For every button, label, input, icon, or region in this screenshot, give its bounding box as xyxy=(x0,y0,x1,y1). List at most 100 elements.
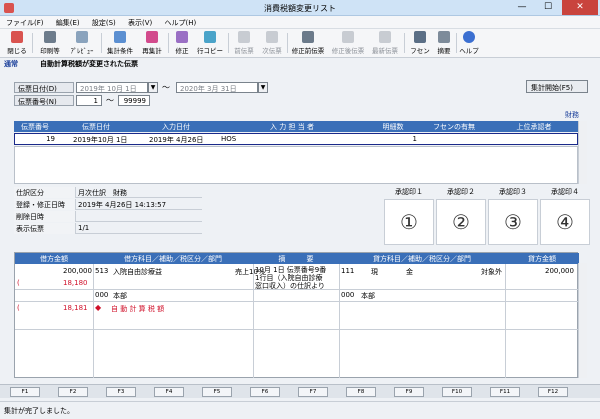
col-credit-amount: 貸方金額 xyxy=(528,255,556,263)
stamp-box-3[interactable]: ③ xyxy=(488,199,538,245)
debit-code[interactable]: 513 xyxy=(95,267,108,275)
close-button[interactable]: 閉じる xyxy=(4,31,30,56)
magnifier-icon xyxy=(76,31,88,43)
stamp-label-2: 承認印２ xyxy=(447,188,475,196)
fkey-f3[interactable]: F3 xyxy=(106,387,136,397)
fusen-button[interactable]: フセン xyxy=(408,31,432,56)
condition-icon xyxy=(114,31,126,43)
summary-line-3[interactable]: 窓口収入）の仕訳より xyxy=(255,281,325,291)
fkey-f7[interactable]: F7 xyxy=(298,387,328,397)
info-key: 削除日時 xyxy=(14,211,76,222)
fkey-f11[interactable]: F11 xyxy=(490,387,520,397)
date-label: 伝票日付(D) xyxy=(14,82,74,93)
fkey-f8[interactable]: F8 xyxy=(346,387,376,397)
stamp-box-4[interactable]: ④ xyxy=(540,199,590,245)
date-to-field[interactable]: 2020年 3月 31日 xyxy=(176,82,258,93)
info-row: 仕訳区分 月次仕訳 財務 xyxy=(14,187,202,198)
fkey-f9[interactable]: F9 xyxy=(394,387,424,397)
status-bar: 集計が完了しました。 xyxy=(0,401,600,419)
latest-slip-button[interactable]: 最新伝票 xyxy=(369,31,401,56)
stamp-label-4: 承認印４ xyxy=(551,188,579,196)
slip-icon xyxy=(342,31,354,43)
credit-account[interactable]: 現 金 xyxy=(371,267,413,277)
up-arrow-icon xyxy=(238,31,250,43)
prev-slip-button[interactable]: 前伝票 xyxy=(231,31,257,56)
col-line-count: 明細数 xyxy=(382,123,404,131)
stamp-box-1[interactable]: ① xyxy=(384,199,434,245)
reaggregate-button[interactable]: 再集計 xyxy=(138,31,166,56)
row-copy-button[interactable]: 行コピー xyxy=(195,31,225,56)
slip-icon xyxy=(379,31,391,43)
copy-icon xyxy=(204,31,216,43)
title-bar: 消費税額変更リスト — ☐ ✕ xyxy=(0,0,600,16)
col-slip-number: 伝票番号 xyxy=(21,123,49,131)
credit-amount[interactable]: 200,000 xyxy=(545,267,574,275)
number-tilde: 〜 xyxy=(106,96,114,105)
edit-icon xyxy=(176,31,188,43)
fkey-f5[interactable]: F5 xyxy=(202,387,232,397)
preview-button[interactable]: ｱﾟﾚﾋﾞｭｰ xyxy=(66,31,98,56)
debit-amount[interactable]: 200,000 xyxy=(63,267,92,275)
menu-help[interactable]: ヘルプ(H) xyxy=(161,16,201,30)
minimize-button[interactable]: — xyxy=(510,0,534,15)
fkey-f12[interactable]: F12 xyxy=(538,387,568,397)
fkey-f6[interactable]: F6 xyxy=(250,387,280,397)
info-key: 登録・修正日時 xyxy=(14,199,76,210)
credit-dept-code: 000 xyxy=(341,291,355,299)
col-debit-account: 借方科目／補助／税区分／部門 xyxy=(124,255,222,263)
slip-icon xyxy=(302,31,314,43)
mode-label: 通常 xyxy=(4,60,18,68)
credit-tax-class[interactable]: 対象外 xyxy=(481,267,502,277)
help-icon xyxy=(463,31,475,43)
date-tilde: 〜 xyxy=(162,83,170,92)
page-title: 自動計算税額が変更された伝票 xyxy=(40,60,138,68)
help-button[interactable]: ヘルプ xyxy=(458,31,480,56)
credit-code[interactable]: 111 xyxy=(341,267,354,275)
cell-input-user: HOS xyxy=(221,135,237,143)
detail-grid-scrollbar[interactable] xyxy=(578,263,587,378)
date-from-dropdown[interactable]: ▼ xyxy=(148,82,158,93)
sticky-note-icon xyxy=(414,31,426,43)
date-from-field[interactable]: 2019年 10月 1日 xyxy=(76,82,148,93)
number-from-field[interactable]: 1 xyxy=(76,95,102,106)
slip-grid-scrollbar[interactable] xyxy=(578,121,587,184)
maximize-button[interactable]: ☐ xyxy=(536,0,560,15)
down-arrow-icon xyxy=(266,31,278,43)
menu-edit[interactable]: 編集(E) xyxy=(52,16,84,30)
aggregate-condition-button[interactable]: 集計条件 xyxy=(104,31,136,56)
col-slip-date: 伝票日付 xyxy=(82,123,110,131)
printer-icon xyxy=(44,31,56,43)
info-row: 表示伝票 1/1 xyxy=(14,223,202,234)
col-debit-amount: 借方金額 xyxy=(40,255,68,263)
fkey-f1[interactable]: F1 xyxy=(10,387,40,397)
summary-button[interactable]: 摘要 xyxy=(434,31,454,56)
edit-button[interactable]: 修正 xyxy=(171,31,193,56)
print-button[interactable]: 印刷等 xyxy=(36,31,64,56)
fkey-f10[interactable]: F10 xyxy=(442,387,472,397)
detail-grid-header: 借方金額 借方科目／補助／税区分／部門 摘 要 貸方科目／補助／税区分／部門 貸… xyxy=(15,253,579,264)
fkey-f4[interactable]: F4 xyxy=(154,387,184,397)
summary-icon xyxy=(438,31,450,43)
edit-after-slip-button[interactable]: 修正後伝票 xyxy=(329,31,367,56)
auto-tax-label: 自 動 計 算 税 額 xyxy=(111,305,165,313)
diamond-icon: ◆ xyxy=(95,303,102,312)
col-approver: 上位承認者 xyxy=(516,123,552,131)
next-slip-button[interactable]: 次伝票 xyxy=(259,31,285,56)
stamp-label-1: 承認印１ xyxy=(395,188,423,196)
edit-prev-slip-button[interactable]: 修正前伝票 xyxy=(289,31,327,56)
number-to-field[interactable]: 99999 xyxy=(118,95,150,106)
function-key-bar: F1 F2 F3 F4 F5 F6 F7 F8 F9 F10 F11 F12 xyxy=(0,384,600,398)
debit-account[interactable]: 入院自由診療益 xyxy=(113,267,162,277)
info-value: 月次仕訳 財務 xyxy=(78,189,127,197)
menu-settings[interactable]: 設定(S) xyxy=(88,16,120,30)
table-row[interactable]: 19 2019年10月 1日 2019年 4月26日 HOS 1 xyxy=(14,133,578,145)
menu-view[interactable]: 表示(V) xyxy=(124,16,156,30)
col-input-date: 入力日付 xyxy=(162,123,190,131)
close-window-button[interactable]: ✕ xyxy=(562,0,598,15)
menu-file[interactable]: ファイル(F) xyxy=(2,16,48,30)
date-to-dropdown[interactable]: ▼ xyxy=(258,82,268,93)
stamp-box-2[interactable]: ② xyxy=(436,199,486,245)
info-key: 表示伝票 xyxy=(14,223,76,234)
start-aggregation-button[interactable]: 集計開始(F5) xyxy=(526,80,588,93)
fkey-f2[interactable]: F2 xyxy=(58,387,88,397)
